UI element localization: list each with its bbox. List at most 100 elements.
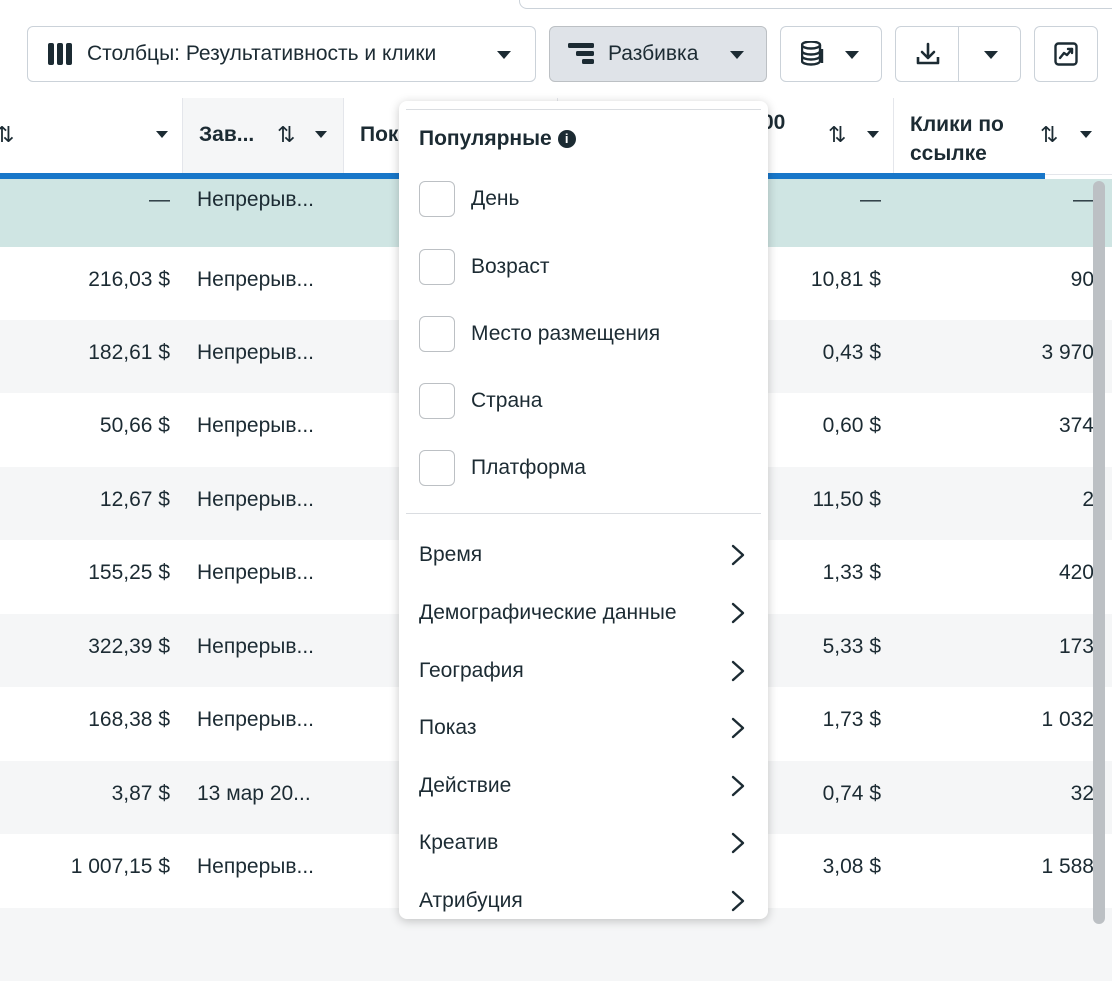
sort-icon[interactable]: ⇅ [0, 122, 14, 148]
column-header-label: Зав... [199, 123, 255, 146]
cell-end: Непрерыв... [197, 708, 315, 731]
chevron-down-icon[interactable] [984, 51, 998, 59]
checkbox[interactable] [419, 181, 455, 217]
sort-icon[interactable]: ⇅ [828, 122, 846, 148]
cell-end: Непрерыв... [197, 855, 315, 878]
option-label: Страна [471, 389, 543, 412]
download-icon [916, 42, 940, 65]
cell-end: Непрерыв... [197, 188, 315, 211]
view-charts-button[interactable] [1034, 26, 1098, 82]
cell-amount: 168,38 $ [88, 708, 170, 731]
top-strip [0, 0, 1112, 12]
cell-amount: 322,39 $ [88, 635, 170, 658]
submenu-demographics[interactable]: Демографические данные [419, 591, 749, 635]
export-button[interactable] [895, 26, 1021, 82]
breakdown-option-day[interactable]: День [419, 179, 759, 219]
cell-cost: 10,81 $ [810, 268, 881, 291]
popular-section-title: Популярные i [419, 127, 576, 151]
chevron-down-icon[interactable] [1080, 131, 1092, 138]
breakdown-dropdown-menu: Популярные i День Возраст Место размещен… [399, 101, 768, 919]
chevron-right-icon [731, 660, 745, 682]
column-header-label: Пок [360, 123, 399, 146]
chevron-down-icon [845, 51, 859, 59]
option-label: Возраст [471, 255, 550, 278]
checkbox[interactable] [419, 316, 455, 352]
button-divider [958, 27, 959, 81]
reports-button[interactable] [780, 26, 882, 82]
cell-end: 13 мар 20... [197, 782, 311, 805]
submenu-attribution[interactable]: Атрибуция [419, 879, 749, 919]
cell-clicks: 1 032 [1041, 708, 1094, 731]
checkbox[interactable] [419, 383, 455, 419]
checkbox[interactable] [419, 450, 455, 486]
column-header[interactable]: ⇅ [0, 98, 183, 174]
popular-title-text: Популярные [419, 127, 552, 150]
cell-amount: 12,67 $ [99, 488, 170, 511]
cell-end: Непрерыв... [197, 488, 315, 511]
breakdown-option-platform[interactable]: Платформа [419, 448, 759, 488]
chart-icon [1054, 42, 1078, 66]
sort-icon[interactable]: ⇅ [1040, 122, 1058, 148]
cell-clicks: 3 970 [1041, 341, 1094, 364]
cell-end: Непрерыв... [197, 341, 315, 364]
option-label: День [471, 187, 520, 210]
submenu-delivery[interactable]: Показ [419, 706, 749, 750]
info-icon[interactable]: i [557, 130, 576, 148]
cell-cost: 1,33 $ [822, 561, 881, 584]
submenu-label: Атрибуция [419, 889, 523, 912]
cell-end: Непрерыв... [197, 561, 315, 584]
chevron-right-icon [731, 717, 745, 739]
cell-amount: 182,61 $ [88, 341, 170, 364]
cell-cost: 5,33 $ [822, 635, 881, 658]
breakdown-option-age[interactable]: Возраст [419, 247, 759, 287]
cell-amount: 216,03 $ [88, 268, 170, 291]
search-box-edge[interactable] [519, 0, 1112, 9]
submenu-label: Креатив [419, 831, 499, 854]
submenu-geography[interactable]: География [419, 649, 749, 693]
chevron-down-icon[interactable] [315, 131, 327, 138]
submenu-label: Показ [419, 716, 477, 739]
column-header-label: Клики по ссылке [910, 113, 1004, 165]
divider [406, 513, 761, 514]
chevron-right-icon [731, 775, 745, 797]
submenu-label: Демографические данные [419, 601, 677, 624]
submenu-label: Время [419, 543, 483, 566]
option-label: Место размещения [471, 322, 661, 345]
checkbox[interactable] [419, 249, 455, 285]
submenu-time[interactable]: Время [419, 533, 749, 577]
breakdown-button[interactable]: Разбивка [549, 26, 767, 82]
cell-clicks: 90 [1070, 268, 1094, 291]
cell-cost: 11,50 $ [812, 488, 881, 511]
submenu-creative[interactable]: Креатив [419, 821, 749, 865]
submenu-action[interactable]: Действие [419, 764, 749, 808]
cell-cost: 0,74 $ [822, 782, 881, 805]
breakdown-option-placement[interactable]: Место размещения [419, 314, 759, 354]
cell-amount: 3,87 $ [111, 782, 170, 805]
breakdown-option-country[interactable]: Страна [419, 381, 759, 421]
cell-cost: 0,43 $ [822, 341, 881, 364]
cell-cost: 0,60 $ [822, 414, 881, 437]
sort-icon[interactable]: ⇅ [277, 122, 295, 148]
cell-amount: 50,66 $ [99, 414, 170, 437]
vertical-scrollbar[interactable] [1093, 181, 1105, 924]
chevron-right-icon [731, 832, 745, 854]
column-header-link-clicks[interactable]: Клики по ссылке ⇅ [894, 98, 1112, 174]
column-header-end[interactable]: Зав... ⇅ [183, 98, 344, 174]
submenu-label: Действие [419, 774, 512, 797]
cell-clicks: 173 [1058, 635, 1094, 658]
cell-cost: 3,08 $ [822, 855, 881, 878]
submenu-label: География [419, 659, 524, 682]
cell-amount: 155,25 $ [88, 561, 170, 584]
cell-clicks: 374 [1058, 414, 1094, 437]
cell-amount: 1 007,15 $ [70, 855, 170, 878]
columns-icon [48, 43, 72, 65]
columns-button[interactable]: Столбцы: Результативность и клики [27, 26, 536, 82]
cell-cost: 1,73 $ [822, 708, 881, 731]
option-label: Платформа [471, 456, 586, 479]
chevron-down-icon[interactable] [867, 131, 879, 138]
toolbar: Столбцы: Результативность и клики Разбив… [0, 26, 1112, 84]
chevron-down-icon [497, 51, 511, 59]
chevron-down-icon[interactable] [156, 131, 168, 138]
cell-clicks: 32 [1070, 782, 1094, 805]
chevron-down-icon [730, 51, 744, 59]
